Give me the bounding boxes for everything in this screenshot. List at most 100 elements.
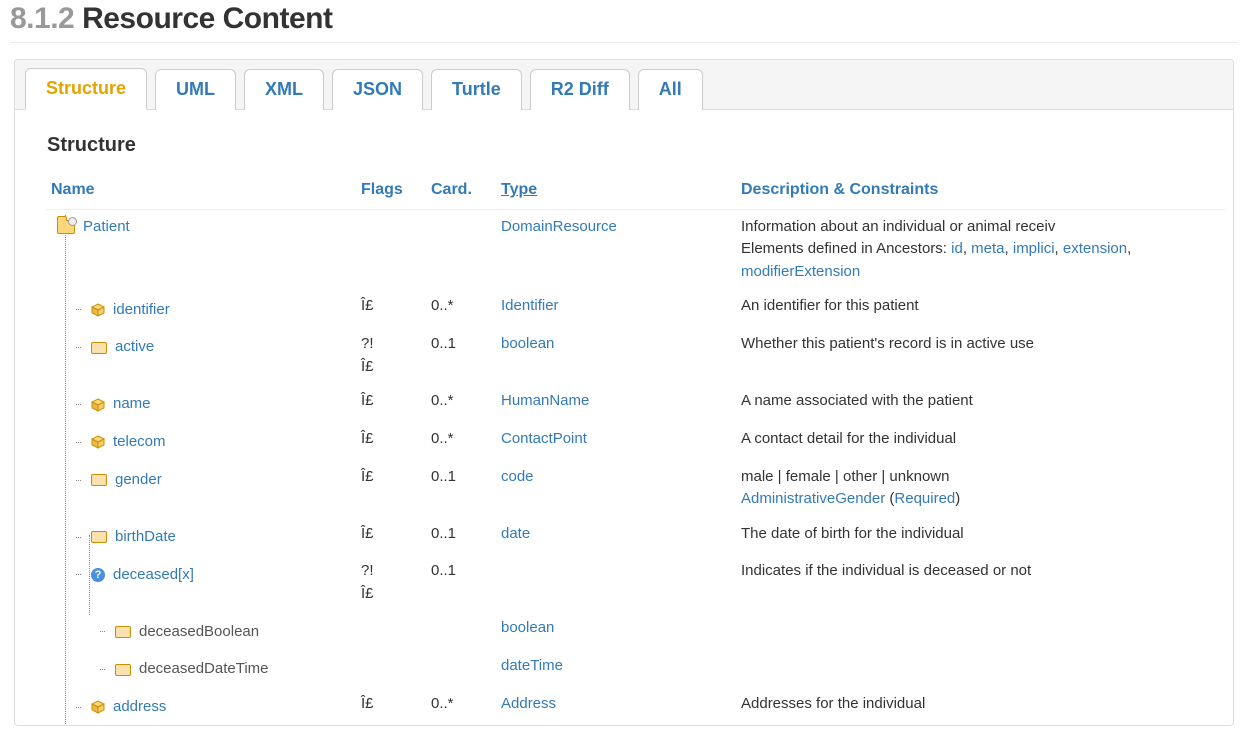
type-link[interactable]: ContactPoint <box>501 430 587 447</box>
description-cell <box>735 649 1225 687</box>
name-cell: active <box>45 327 355 384</box>
cardinality-cell: 0..* <box>425 422 495 460</box>
type-link[interactable]: dateTime <box>501 657 563 674</box>
description-cell: male | female | other | unknownAdministr… <box>735 460 1225 517</box>
tree-connector <box>76 404 81 405</box>
element-name[interactable]: deceased[x] <box>113 564 194 587</box>
ancestor-link[interactable]: implici <box>1013 240 1055 257</box>
binding-valueset-link[interactable]: AdministrativeGender <box>741 490 885 507</box>
element-name[interactable]: gender <box>115 469 162 492</box>
element-name[interactable]: identifier <box>113 299 170 322</box>
name-cell: address <box>45 687 355 725</box>
flags-cell: Î£ <box>355 422 425 460</box>
element-name: deceasedDateTime <box>139 658 269 681</box>
type-cell: boolean <box>495 327 735 384</box>
table-header-row: Name Flags Card. Type Description & Cons… <box>45 175 1225 210</box>
flags-cell: ?!Î£ <box>355 327 425 384</box>
name-cell: ? deceased[x] <box>45 554 355 611</box>
name-cell: gender <box>45 460 355 517</box>
tab-turtle[interactable]: Turtle <box>431 69 522 110</box>
flags-cell: Î£ <box>355 687 425 725</box>
cardinality-cell: 0..1 <box>425 327 495 384</box>
col-name[interactable]: Name <box>45 175 355 210</box>
tab-bar: StructureUMLXMLJSONTurtleR2 DiffAll <box>15 60 1233 110</box>
type-link[interactable]: Address <box>501 695 556 712</box>
type-link[interactable]: boolean <box>501 335 554 352</box>
cardinality-cell: 0..1 <box>425 517 495 555</box>
folder-icon <box>57 220 75 234</box>
primitive-icon <box>91 342 107 354</box>
type-cell: boolean <box>495 611 735 649</box>
col-flags[interactable]: Flags <box>355 175 425 210</box>
primitive-icon <box>115 626 131 638</box>
name-cell: name <box>45 384 355 422</box>
type-link[interactable]: DomainResource <box>501 218 617 235</box>
flags-cell: ?!Î£ <box>355 554 425 611</box>
choice-icon: ? <box>91 568 105 582</box>
section-number: 8.1.2 <box>10 2 74 35</box>
col-card[interactable]: Card. <box>425 175 495 210</box>
flags-cell: Î£ <box>355 517 425 555</box>
primitive-icon <box>91 531 107 543</box>
ancestor-link[interactable]: extension <box>1063 240 1127 257</box>
ancestor-link[interactable]: modifierExtension <box>741 263 860 280</box>
table-row: telecom Î£0..* ContactPoint A contact detai… <box>45 422 1225 460</box>
tab-r2diff[interactable]: R2 Diff <box>530 69 630 110</box>
description-cell: A contact detail for the individual <box>735 422 1225 460</box>
panel-body: Structure Name Flags Card. Type Descript… <box>15 110 1233 725</box>
name-cell: deceasedDateTime <box>45 649 355 687</box>
page-title-text: Resource Content <box>82 2 332 35</box>
description-cell: Information about an individual or anima… <box>735 209 1225 289</box>
tab-uml[interactable]: UML <box>155 69 236 110</box>
type-link[interactable]: boolean <box>501 619 554 636</box>
tab-all[interactable]: All <box>638 69 703 110</box>
datatype-icon <box>91 398 105 412</box>
description-cell: A name associated with the patient <box>735 384 1225 422</box>
element-name[interactable]: telecom <box>113 431 166 454</box>
col-desc[interactable]: Description & Constraints <box>735 175 1225 210</box>
tree-connector <box>100 631 105 632</box>
cardinality-cell: 0..* <box>425 289 495 327</box>
binding-line: AdministrativeGender (Required) <box>741 488 1219 511</box>
name-cell: telecom <box>45 422 355 460</box>
element-name[interactable]: birthDate <box>115 526 176 549</box>
flags-cell: Î£ <box>355 460 425 517</box>
type-link[interactable]: date <box>501 525 530 542</box>
table-row: ?deceased[x]?!Î£0..1Indicates if the ind… <box>45 554 1225 611</box>
title-rule <box>10 42 1238 43</box>
element-name[interactable]: address <box>113 696 166 719</box>
type-cell: Identifier <box>495 289 735 327</box>
binding-strength-link[interactable]: Required <box>894 490 955 507</box>
name-cell: deceasedBoolean <box>45 611 355 649</box>
cardinality-cell <box>425 649 495 687</box>
flags-cell: Î£ <box>355 384 425 422</box>
flags-cell <box>355 649 425 687</box>
description-cell <box>735 611 1225 649</box>
type-cell: DomainResource <box>495 209 735 289</box>
cardinality-cell: 0..1 <box>425 460 495 517</box>
ancestor-link[interactable]: meta <box>971 240 1004 257</box>
description-cell: An identifier for this patient <box>735 289 1225 327</box>
tab-structure[interactable]: Structure <box>25 68 147 110</box>
ancestor-link[interactable]: id <box>951 240 963 257</box>
tree-connector <box>100 669 105 670</box>
flags-cell: Î£ <box>355 289 425 327</box>
type-cell: date <box>495 517 735 555</box>
type-cell: HumanName <box>495 384 735 422</box>
type-link[interactable]: code <box>501 468 534 485</box>
tab-xml[interactable]: XML <box>244 69 324 110</box>
type-cell: Address <box>495 687 735 725</box>
element-name[interactable]: Patient <box>83 216 130 239</box>
type-link[interactable]: Identifier <box>501 297 559 314</box>
description-cell: Whether this patient's record is in acti… <box>735 327 1225 384</box>
name-cell: birthDate <box>45 517 355 555</box>
name-cell: Patient <box>45 209 355 289</box>
element-name: deceasedBoolean <box>139 621 259 644</box>
tree-connector <box>76 537 81 538</box>
col-type[interactable]: Type <box>495 175 735 210</box>
element-name[interactable]: active <box>115 336 154 359</box>
element-name[interactable]: name <box>113 393 151 416</box>
tab-json[interactable]: JSON <box>332 69 423 110</box>
cardinality-cell <box>425 611 495 649</box>
type-link[interactable]: HumanName <box>501 392 589 409</box>
